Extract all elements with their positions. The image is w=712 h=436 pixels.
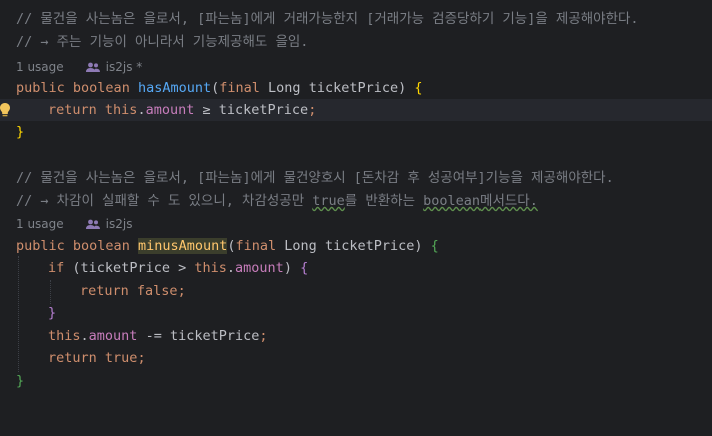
method-name[interactable]: minusAmount	[137, 238, 228, 254]
field-name: amount	[235, 260, 284, 276]
keyword: if	[48, 260, 65, 276]
usage-hint[interactable]: 1 usage	[16, 60, 64, 74]
code-line[interactable]: // 물건을 사는놈은 을로서, [파는놈]에게 거래가능한지 [거래가능 검증…	[0, 8, 712, 30]
author-hint[interactable]: is2js *	[106, 60, 143, 74]
comment-text: 메서드다.	[480, 193, 538, 209]
parameter-name: ticketPrice	[80, 260, 170, 276]
method-name[interactable]: hasAmount	[138, 80, 211, 96]
keyword: boolean	[72, 238, 130, 254]
parameter-name: ticketPrice	[324, 238, 415, 254]
parameter-name: ticketPrice	[218, 102, 309, 118]
field-name: amount	[145, 102, 195, 118]
code-line[interactable]: return true;	[0, 347, 712, 369]
code-line[interactable]: }	[0, 370, 712, 392]
comment-text: 를 반환하는	[344, 193, 424, 209]
code-line[interactable]: if (ticketPrice > this.amount) {	[0, 257, 712, 279]
parameter-name: ticketPrice	[169, 328, 260, 344]
code-line[interactable]: public boolean hasAmount(final Long tick…	[0, 77, 712, 99]
keyword: this	[104, 102, 138, 118]
comment-text: // 물건을 사는놈은 을로서, [파는놈]에게 거래가능한지 [거래가능 검증…	[16, 11, 639, 27]
operator: -=	[145, 328, 162, 344]
keyword: return	[80, 283, 129, 299]
parameter-name: ticketPrice	[308, 80, 399, 96]
code-line[interactable]: public boolean minusAmount(final Long ti…	[0, 235, 712, 257]
usage-hint[interactable]: 1 usage	[16, 217, 64, 231]
field-name: amount	[88, 328, 138, 344]
inlay-hint-row: 1 usage is2js *	[0, 56, 712, 78]
keyword: return	[48, 350, 97, 366]
code-line[interactable]: }	[0, 121, 712, 143]
code-line[interactable]: // → 주는 기능이 아니라서 기능제공해도 을임.	[0, 31, 712, 53]
code-line[interactable]: this.amount -= ticketPrice;	[0, 325, 712, 347]
keyword: return	[48, 102, 97, 118]
people-icon	[85, 219, 100, 229]
keyword: false	[136, 283, 178, 299]
people-icon	[85, 62, 100, 72]
author-hint[interactable]: is2js	[106, 217, 133, 231]
operator: >	[178, 260, 187, 276]
code-line-current[interactable]: return this.amount ≥ ticketPrice;	[0, 99, 712, 121]
keyword: final	[219, 80, 260, 96]
code-editor[interactable]: // 물건을 사는놈은 을로서, [파는놈]에게 거래가능한지 [거래가능 검증…	[0, 0, 712, 415]
keyword: true	[104, 350, 138, 366]
keyword: public	[16, 80, 65, 96]
type-name: Long	[284, 238, 317, 254]
keyword: final	[235, 238, 277, 254]
type-name: Long	[268, 80, 301, 96]
keyword: this	[48, 328, 81, 344]
code-line[interactable]: return false;	[0, 280, 712, 302]
comment-text: // 물건을 사는놈은 을로서, [파는놈]에게 물건양호시 [돈차감 후 성공…	[16, 170, 614, 186]
comment-text: true	[312, 193, 345, 209]
keyword: this	[194, 260, 227, 276]
inlay-hint-row: 1 usage is2js	[0, 213, 712, 235]
comment-text: boolean	[423, 193, 481, 209]
code-line[interactable]: // 물건을 사는놈은 을로서, [파는놈]에게 물건양호시 [돈차감 후 성공…	[0, 167, 712, 189]
code-line[interactable]: // → 차감이 실패할 수 도 있으니, 차감성공만 true를 반환하는 b…	[0, 190, 712, 212]
lightbulb-icon[interactable]	[0, 102, 10, 118]
comment-text: // → 주는 기능이 아니라서 기능제공해도 을임.	[16, 34, 309, 50]
code-line[interactable]: }	[0, 302, 712, 324]
keyword: public	[16, 238, 65, 254]
comment-text: // → 차감이 실패할 수 도 있으니, 차감성공만	[16, 193, 313, 209]
operator: ≥	[202, 102, 211, 118]
keyword: boolean	[72, 80, 130, 96]
